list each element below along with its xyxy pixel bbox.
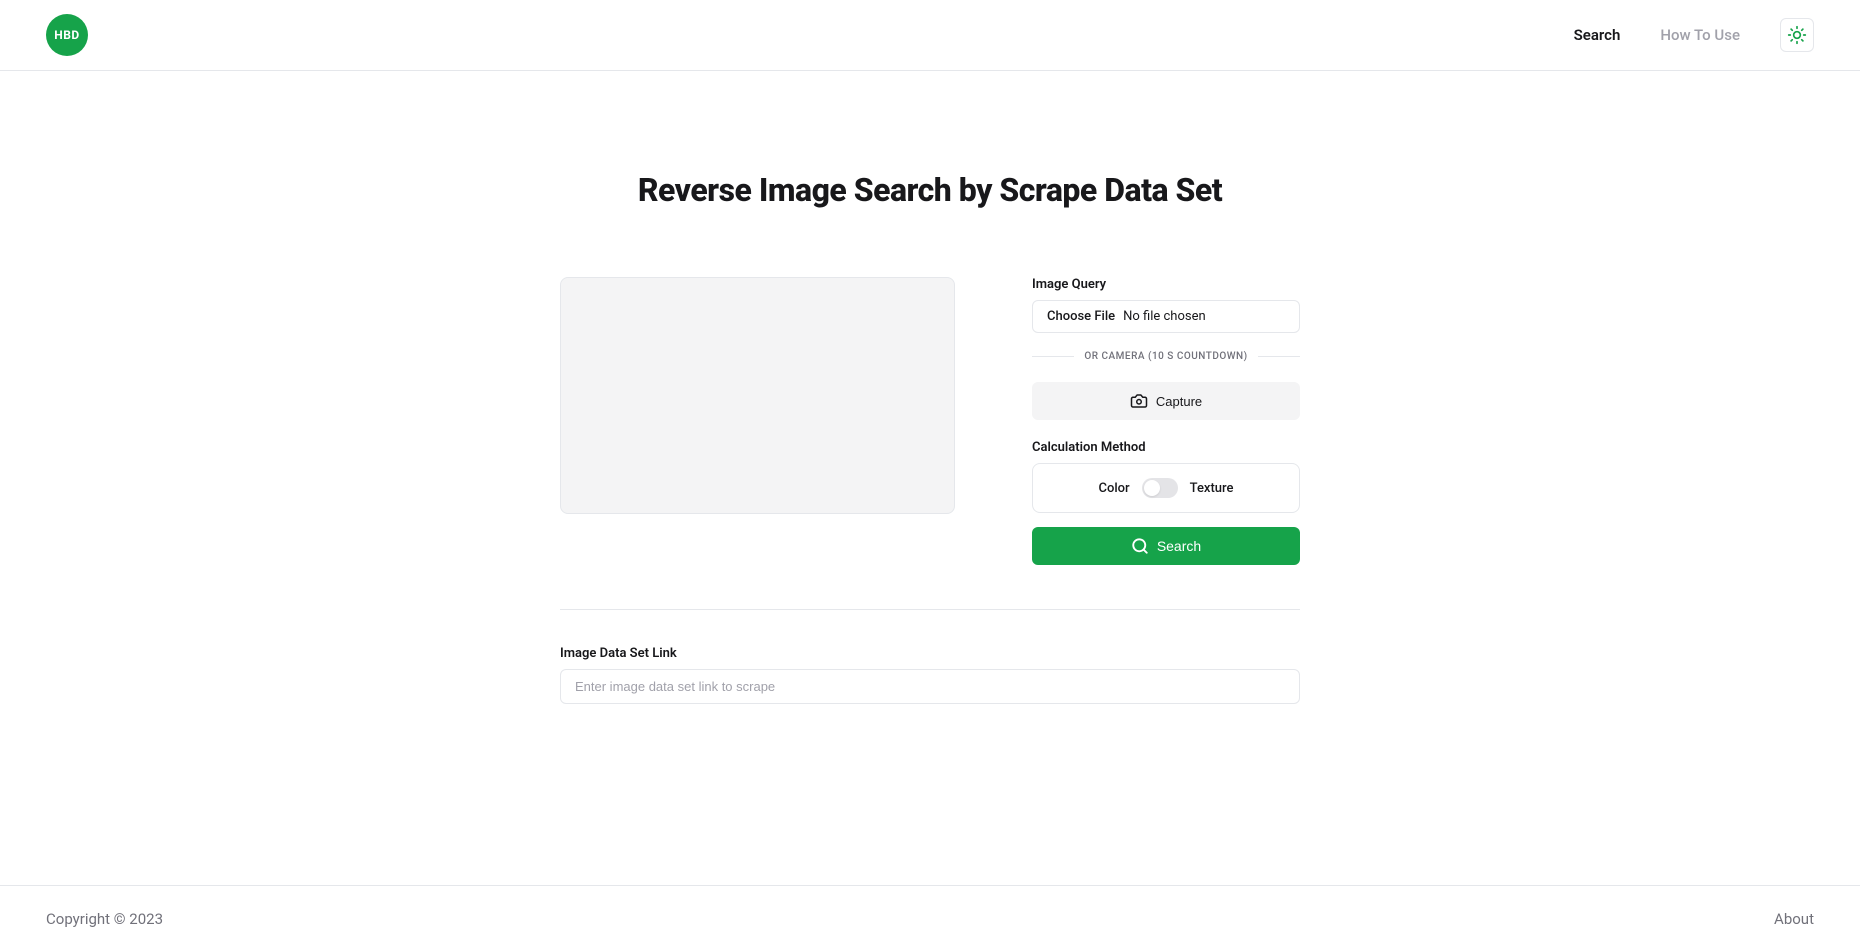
switch-thumb	[1144, 480, 1160, 496]
image-query-label: Image Query	[1032, 277, 1300, 292]
choose-file-label: Choose File	[1047, 309, 1115, 324]
no-file-chosen-label: No file chosen	[1123, 309, 1206, 324]
toggle-label-color: Color	[1099, 481, 1130, 496]
search-button[interactable]: Search	[1032, 527, 1300, 565]
calc-method-label: Calculation Method	[1032, 440, 1300, 455]
camera-icon	[1130, 392, 1148, 410]
dataset-link-input[interactable]	[560, 669, 1300, 704]
horizontal-divider	[560, 609, 1300, 610]
search-icon	[1131, 537, 1149, 555]
logo[interactable]: HBD	[46, 14, 88, 56]
divider-line	[1258, 356, 1300, 357]
image-preview	[560, 277, 955, 514]
theme-toggle-button[interactable]	[1780, 18, 1814, 52]
header: HBD Search How To Use	[0, 0, 1860, 71]
camera-divider-text: OR CAMERA (10 S COUNTDOWN)	[1084, 351, 1247, 362]
capture-button[interactable]: Capture	[1032, 382, 1300, 420]
method-switch[interactable]	[1142, 478, 1178, 498]
nav-search[interactable]: Search	[1574, 26, 1621, 44]
camera-divider: OR CAMERA (10 S COUNTDOWN)	[1032, 351, 1300, 362]
toggle-label-texture: Texture	[1190, 481, 1234, 496]
footer: Copyright © 2023 About	[0, 885, 1860, 952]
nav-how-to-use[interactable]: How To Use	[1660, 26, 1740, 44]
logo-text: HBD	[54, 28, 79, 42]
about-link[interactable]: About	[1774, 910, 1814, 928]
main: Reverse Image Search by Scrape Data Set …	[0, 71, 1860, 885]
page-title: Reverse Image Search by Scrape Data Set	[560, 171, 1300, 209]
copyright-text: Copyright © 2023	[46, 910, 163, 928]
divider-line	[1032, 356, 1074, 357]
sun-icon	[1787, 25, 1807, 45]
capture-label: Capture	[1156, 394, 1202, 409]
dataset-link-label: Image Data Set Link	[560, 646, 1300, 661]
calculation-method-toggle-box: Color Texture	[1032, 463, 1300, 513]
file-input[interactable]: Choose File No file chosen	[1032, 300, 1300, 333]
nav: Search How To Use	[1574, 18, 1814, 52]
search-button-label: Search	[1157, 538, 1201, 554]
